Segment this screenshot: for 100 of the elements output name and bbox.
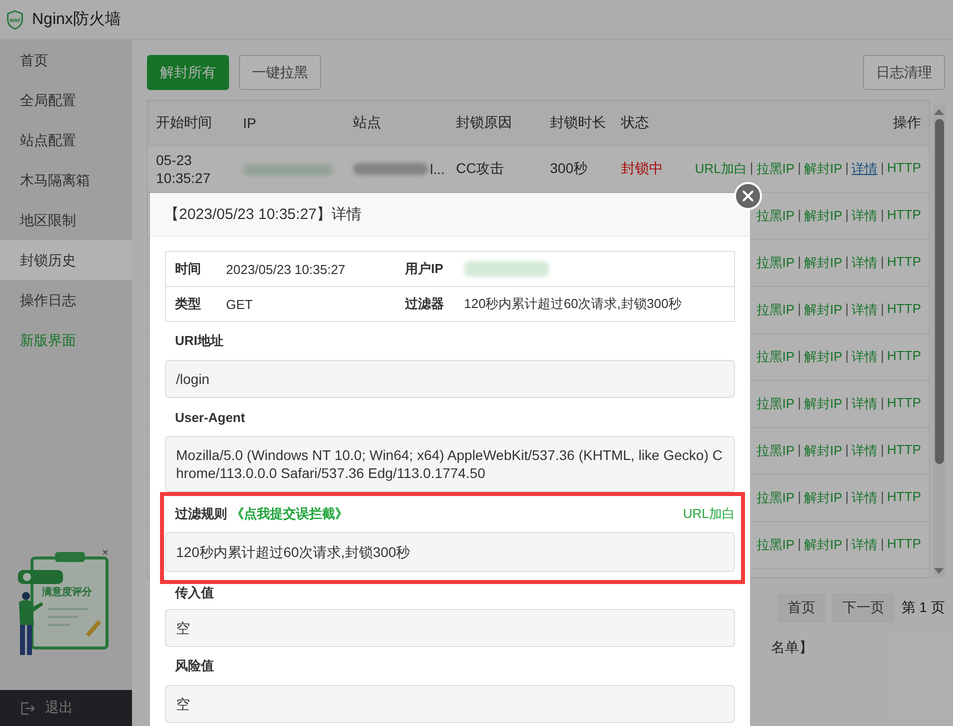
action-link[interactable]: 解封IP [804,348,842,366]
sidebar-item[interactable]: 地区限制 [0,200,132,240]
separator: | [880,348,884,365]
action-link[interactable]: HTTP [887,301,921,319]
info-label: 类型 [174,295,202,313]
action-link[interactable]: HTTP [887,254,921,272]
column-header: 封锁原因 [456,114,513,132]
action-link[interactable]: 详情 [852,395,878,413]
action-link[interactable]: 拉黑IP [756,489,795,507]
report-link[interactable]: 《点我提交误拦截》 [231,505,348,523]
separator: | [845,395,849,412]
separator: | [798,395,801,412]
action-link[interactable]: HTTP [887,348,921,366]
section-label: URI地址 [174,332,224,350]
action-link[interactable]: HTTP [887,395,921,413]
action-link[interactable]: HTTP [887,536,921,554]
pagination-button[interactable]: 下一页 [832,593,894,623]
action-link[interactable]: 拉黑IP [756,395,795,413]
action-link[interactable]: 详情 [852,301,878,319]
separator: | [845,348,849,365]
action-link[interactable]: 拉黑IP [756,536,795,554]
separator: | [845,442,849,459]
action-link[interactable]: 解封IP [804,395,842,413]
info-value: 120秒内累计超过60次请求,封锁300秒 [464,295,682,313]
sidebar-item[interactable]: 新版界面 [0,320,132,360]
action-link[interactable]: HTTP [887,489,921,507]
separator: | [880,442,884,459]
info-label: 用户IP [396,252,464,287]
sidebar-item[interactable]: 首页 [0,40,132,80]
toolbar-button[interactable]: 解封所有 [147,55,229,90]
action-link[interactable]: 详情 [852,442,878,460]
sidebar-item[interactable]: 站点配置 [0,120,132,160]
close-button[interactable]: × [102,548,108,559]
section-label: User-Agent [174,408,246,427]
action-link[interactable]: 拉黑IP [756,207,795,225]
value-box: 120秒内累计超过60次请求,封锁300秒 [165,532,735,572]
sidebar-item[interactable]: 操作日志 [0,280,132,320]
column-header: 操作 [893,114,921,132]
action-link[interactable]: 解封IP [804,160,842,178]
sidebar-item[interactable]: 封锁历史 [0,240,132,280]
action-link[interactable]: 解封IP [804,207,842,225]
action-link[interactable]: 详情 [852,489,878,507]
separator: | [845,254,849,271]
action-link[interactable]: 解封IP [804,536,842,554]
action-link[interactable]: 拉黑IP [756,301,795,319]
toolbar-button[interactable]: 一键拉黑 [239,55,321,90]
logout-label: 退出 [45,699,73,717]
separator: | [845,160,849,177]
action-link[interactable]: 解封IP [804,301,842,319]
sidebar-item[interactable]: 全局配置 [0,80,132,120]
action-link[interactable]: 详情 [852,254,878,272]
action-link[interactable]: 解封IP [804,442,842,460]
widget-title: 满意度评分 [42,585,92,599]
separator: | [880,207,884,224]
separator: | [880,301,884,318]
whitelist-link[interactable]: URL加白 [682,505,735,523]
table-cell-text: CC攻击 [456,160,506,178]
separator: | [798,207,801,224]
action-link[interactable]: HTTP [887,160,921,178]
value-box: /login [165,360,735,398]
action-link[interactable]: 解封IP [804,254,842,272]
action-link[interactable]: 详情 [852,536,878,554]
scrollbar[interactable] [933,105,945,578]
separator: | [798,160,801,177]
action-link[interactable]: HTTP [887,207,921,225]
separator: | [798,536,801,553]
action-link[interactable]: 解封IP [804,489,842,507]
sidebar-item[interactable]: 木马隔离箱 [0,160,132,200]
action-link[interactable]: URL加白 [694,160,747,178]
info-value: 2023/05/23 10:35:27 [226,252,396,287]
separator: | [845,489,849,506]
action-link[interactable]: 拉黑IP [756,348,795,366]
pagination-button[interactable]: 首页 [777,593,826,623]
column-header: IP [243,115,258,131]
section-label: 风险值 [174,657,215,675]
action-link[interactable]: 详情 [852,348,878,366]
column-header: 站点 [353,114,382,132]
action-link[interactable]: 拉黑IP [756,160,795,178]
column-header: 状态 [621,114,650,132]
column-header: 封锁时长 [550,114,607,132]
action-link[interactable]: 拉黑IP [756,254,795,272]
column-header: 开始时间 [156,114,213,132]
action-link[interactable]: 详情 [852,160,878,178]
note-text: 名单】 [771,639,813,655]
separator: | [845,207,849,224]
separator: | [880,489,884,506]
action-link[interactable]: 详情 [852,207,878,225]
separator: | [880,536,884,553]
separator: | [798,442,801,459]
action-link[interactable]: 拉黑IP [756,442,795,460]
separator: | [798,348,801,365]
action-link[interactable]: HTTP [887,442,921,460]
section-label: 过滤规则 [175,505,227,523]
dialog-title: 【2023/05/23 10:35:27】详情 [164,205,362,224]
info-value: GET [226,296,254,314]
clear-log-button[interactable]: 日志清理 [863,55,945,90]
table-cell-text: 300秒 [550,160,588,178]
status-text: 封锁中 [621,160,664,178]
logout-item[interactable]: 退出 [0,690,132,726]
page-label: 第 1 页 [901,599,945,617]
